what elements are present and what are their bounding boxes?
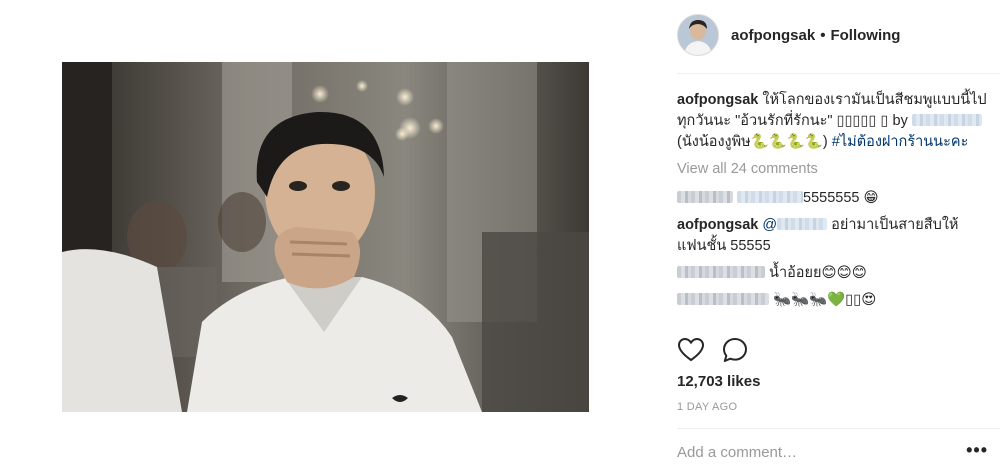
following-button[interactable]: Following — [830, 27, 900, 44]
header-divider — [677, 73, 1000, 74]
comment-item: น้ำอ้อยย😊😊😊 — [677, 263, 987, 284]
comment-text: 5555555 😁 — [803, 190, 879, 206]
post-author-username[interactable]: aofpongsak — [731, 27, 815, 44]
post-sidebar: aofpongsak • Following aofpongsak ให้โลก… — [655, 0, 1000, 474]
blurred-mention — [911, 114, 982, 126]
likes-count[interactable]: 12,703 likes — [677, 373, 760, 390]
comment-text: 🐜🐜🐜💚▯▯😍 — [773, 292, 877, 308]
header-separator: • — [820, 26, 826, 44]
post-header: aofpongsak • Following — [677, 12, 900, 58]
blurred-mention — [737, 191, 804, 203]
view-all-comments-link[interactable]: View all 24 comments — [677, 159, 987, 180]
comment-username[interactable]: aofpongsak — [677, 217, 758, 233]
comment-text: น้ำอ้อยย😊😊😊 — [769, 265, 867, 281]
add-comment-input[interactable] — [677, 440, 947, 464]
avatar[interactable] — [677, 14, 719, 56]
post-actions — [677, 336, 749, 364]
comments-section: aofpongsak ให้โลกของเรามันเป็นสีชมพูแบบน… — [677, 90, 987, 317]
caption-username[interactable]: aofpongsak — [677, 92, 758, 108]
post-media-panel — [0, 0, 655, 474]
comment-input-divider — [677, 428, 1000, 429]
avatar-image — [678, 15, 718, 55]
comment-item: 5555555 😁 — [677, 188, 987, 209]
post-photo-illustration — [62, 62, 589, 412]
caption-text-continued: (นังน้องงูพิษ🐍🐍🐍🐍) — [677, 134, 828, 150]
comment-mention[interactable]: @ — [762, 217, 777, 233]
post-timestamp[interactable]: 1 DAY AGO — [677, 401, 737, 413]
blurred-mention — [777, 218, 828, 230]
comment-item: aofpongsak @ อย่ามาเป็นสายสืบให้แฟนชั้น … — [677, 215, 987, 257]
heart-icon[interactable] — [677, 336, 705, 364]
post-photo[interactable] — [62, 62, 589, 412]
comment-bubble-icon[interactable] — [721, 336, 749, 364]
caption-hashtag[interactable]: #ไม่ต้องฝากร้านนะคะ — [832, 134, 969, 150]
comment-item: 🐜🐜🐜💚▯▯😍 — [677, 290, 987, 311]
blurred-username — [677, 293, 769, 305]
blurred-username — [677, 191, 733, 203]
more-options-icon[interactable]: ••• — [966, 440, 988, 461]
post-caption: aofpongsak ให้โลกของเรามันเป็นสีชมพูแบบน… — [677, 90, 987, 153]
blurred-username — [677, 266, 765, 278]
